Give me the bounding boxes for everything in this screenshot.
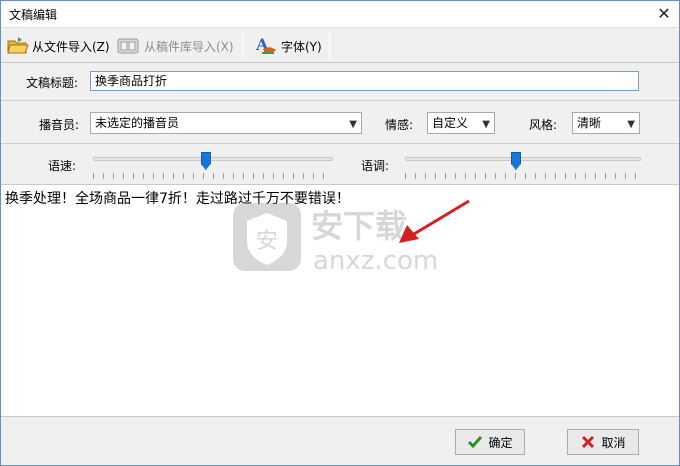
cross-icon [582,435,595,449]
emotion-value: 自定义 [432,116,469,130]
title-label: 文稿标题: [26,76,79,90]
close-button[interactable]: ✕ [649,1,679,27]
pitch-track [405,157,641,161]
pitch-label: 语调: [361,159,390,173]
ok-button[interactable]: 确定 [455,429,525,455]
style-value: 清晰 [577,116,602,130]
toolbar: 从文件导入(Z) 从稿件库导入(X) A 字体(Y) [1,27,679,63]
window-title: 文稿编辑 [9,8,58,22]
slider-row: 语速: 语调: [1,145,679,184]
speed-slider-handle[interactable] [200,152,211,170]
library-icon [117,38,139,54]
pitch-slider-handle[interactable] [510,152,521,170]
speed-ticks [93,173,333,179]
cancel-label: 取消 [601,435,626,450]
import-from-library-label: 从稿件库导入(X) [144,39,234,54]
pitch-ticks [405,173,641,179]
speed-slider[interactable] [93,152,333,179]
title-row: 文稿标题: 换季商品打折 [1,64,679,101]
announcer-select[interactable]: 未选定的播音员 ▼ [90,112,362,134]
emotion-label: 情感: [385,118,414,132]
toolbar-separator [329,32,330,60]
style-label: 风格: [529,118,558,132]
cancel-button[interactable]: 取消 [567,429,639,455]
import-from-file-label: 从文件导入(Z) [32,39,110,54]
chevron-down-icon: ▼ [349,119,357,130]
ok-label: 确定 [488,435,513,450]
chevron-down-icon: ▼ [627,119,635,130]
check-icon [468,436,483,449]
speed-label: 语速: [48,159,77,173]
title-input[interactable]: 换季商品打折 [90,71,639,91]
voice-row: 播音员: 未选定的播音员 ▼ 情感: 自定义 ▼ 风格: 清晰 ▼ [1,102,679,144]
import-from-file-button[interactable]: 从文件导入(Z) [7,33,110,59]
font-button[interactable]: A 字体(Y) [254,33,322,59]
edit-dialog: 文稿编辑 ✕ 从文件导入(Z) 从稿件库导入(X) A 字体(Y) 文稿标题: … [0,0,680,466]
announcer-label: 播音员: [39,118,80,132]
watermark-domain: anxz.com [313,246,438,276]
font-icon: A [255,35,276,54]
pitch-slider[interactable] [405,152,641,179]
speed-track [93,157,333,161]
emotion-select[interactable]: 自定义 ▼ [427,112,495,134]
import-from-library-button[interactable]: 从稿件库导入(X) [117,33,234,59]
font-label: 字体(Y) [281,39,322,54]
style-select[interactable]: 清晰 ▼ [572,112,640,134]
title-bar: 文稿编辑 ✕ [1,1,679,27]
chevron-down-icon: ▼ [482,119,490,130]
annotation-arrow-icon [399,199,470,243]
folder-open-icon [7,37,29,54]
announcer-value: 未选定的播音员 [95,116,180,130]
toolbar-separator [242,32,243,60]
watermark-shield-text: 安 [256,229,278,254]
